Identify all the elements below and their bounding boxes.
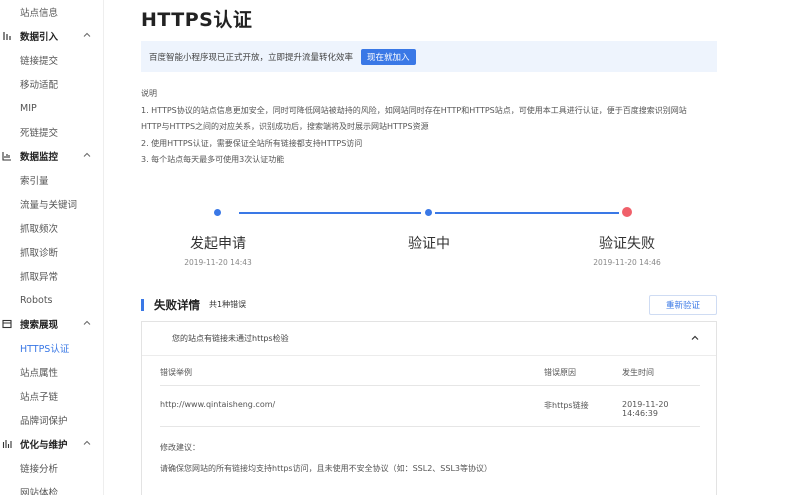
- data-monitor-icon: [2, 152, 11, 161]
- retry-verify-button[interactable]: 重新验证: [649, 295, 717, 315]
- verification-progress: 发起申请 2019-11-20 14:43 验证中 验证失败 2019-11-2…: [141, 200, 717, 275]
- sidebar-item-traffic-keywords[interactable]: 流量与关键词: [0, 192, 103, 216]
- step-dot: [425, 209, 432, 216]
- failure-title: 失败详情: [154, 298, 200, 312]
- sidebar-item-label: 抓取异常: [20, 272, 59, 283]
- failure-card-header[interactable]: 您的站点有链接未通过https检验: [142, 322, 716, 356]
- suggestion-title: 修改建议：: [160, 443, 200, 452]
- step-label-apply: 发起申请: [190, 236, 246, 252]
- sidebar-item-site-checkup[interactable]: 网站体检: [0, 480, 103, 495]
- divider: [160, 385, 700, 386]
- sidebar-item-index[interactable]: 索引量: [0, 168, 103, 192]
- promo-banner: 百度智能小程序现已正式开放，立即提升流量转化效率 现在就加入: [141, 41, 717, 72]
- sidebar-group-label: 数据引入: [20, 32, 59, 43]
- description-line: 2. 使用HTTPS认证，需要保证全站所有链接都支持HTTPS访问: [141, 138, 363, 148]
- sidebar-group-optimize[interactable]: 优化与维护: [0, 432, 103, 456]
- sidebar: 站点信息 数据引入 链接提交 移动适配 MIP 死链提交 数据监控 索引量 流量…: [0, 0, 104, 495]
- step-dot-fail: [622, 207, 632, 217]
- sidebar-group-label: 数据监控: [20, 152, 59, 163]
- divider: [160, 426, 700, 427]
- step-label-verifying: 验证中: [408, 236, 450, 252]
- sidebar-item-site-info[interactable]: 站点信息: [0, 0, 103, 24]
- sidebar-group-label: 优化与维护: [20, 440, 68, 451]
- banner-text: 百度智能小程序现已正式开放，立即提升流量转化效率: [149, 52, 354, 63]
- sidebar-item-label: 链接分析: [20, 464, 59, 475]
- description-line: HTTP与HTTPS之间的对应关系，识别成功后，搜索端将及时展示网站HTTPS资…: [141, 122, 429, 132]
- sidebar-item-label: 站点属性: [20, 368, 59, 379]
- search-display-icon: [2, 319, 12, 329]
- sidebar-item-crawl-frequency[interactable]: 抓取频次: [0, 216, 103, 240]
- description-heading: 说明: [141, 89, 157, 98]
- sidebar-item-crawl-errors[interactable]: 抓取异常: [0, 264, 103, 288]
- description-line: 1. HTTPS协议的站点信息更加安全，同时可降低网站被劫持的风险，如网站同时存…: [141, 105, 687, 115]
- data-import-icon: [3, 32, 11, 40]
- sidebar-group-data-import[interactable]: 数据引入: [0, 24, 103, 48]
- sidebar-item-label: 链接提交: [20, 56, 59, 67]
- progress-line: [435, 212, 619, 214]
- sidebar-item-site-attributes[interactable]: 站点属性: [0, 360, 103, 384]
- sidebar-item-link-analysis[interactable]: 链接分析: [0, 456, 103, 480]
- step-time-apply: 2019-11-20 14:43: [184, 258, 252, 267]
- step-dot: [214, 209, 221, 216]
- sidebar-item-mip[interactable]: MIP: [0, 96, 103, 120]
- sidebar-group-label: 搜索展现: [20, 320, 59, 331]
- sidebar-item-label: 抓取诊断: [20, 248, 59, 259]
- sidebar-item-label: 流量与关键词: [20, 200, 78, 211]
- step-label-failed: 验证失败: [599, 236, 655, 252]
- chevron-up-icon[interactable]: [82, 438, 92, 448]
- sidebar-item-label: 网站体检: [20, 488, 59, 495]
- sidebar-item-label: 移动适配: [20, 80, 59, 91]
- sidebar-item-crawl-diagnosis[interactable]: 抓取诊断: [0, 240, 103, 264]
- sidebar-item-label: 站点信息: [20, 8, 59, 19]
- chevron-up-icon[interactable]: [82, 30, 92, 40]
- sidebar-item-label: Robots: [20, 294, 53, 306]
- sidebar-group-search-display[interactable]: 搜索展现: [0, 312, 103, 336]
- join-now-button[interactable]: 现在就加入: [361, 48, 416, 65]
- cell-reason: 非https链接: [544, 401, 589, 410]
- sidebar-group-data-monitor[interactable]: 数据监控: [0, 144, 103, 168]
- column-header-reason: 错误原因: [544, 368, 576, 377]
- sidebar-item-robots[interactable]: Robots: [0, 288, 103, 312]
- sidebar-item-dead-link[interactable]: 死链提交: [0, 120, 103, 144]
- failure-card: 您的站点有链接未通过https检验 错误举例 错误原因 发生时间 http://…: [141, 321, 717, 495]
- chevron-up-icon[interactable]: [82, 318, 92, 328]
- optimize-icon: [2, 440, 12, 448]
- chevron-up-icon[interactable]: [82, 150, 92, 160]
- sidebar-item-sitelinks[interactable]: 站点子链: [0, 384, 103, 408]
- page-title: HTTPS认证: [141, 9, 253, 31]
- column-header-example: 错误举例: [160, 368, 192, 377]
- sidebar-item-mobile-adapt[interactable]: 移动适配: [0, 72, 103, 96]
- cell-example-url: http://www.qintaisheng.com/: [160, 400, 276, 409]
- sidebar-item-https[interactable]: HTTPS认证: [0, 336, 103, 360]
- description: 说明 1. HTTPS协议的站点信息更加安全，同时可降低网站被劫持的风险，如网站…: [141, 86, 731, 169]
- sidebar-item-label: 品牌词保护: [20, 416, 68, 427]
- section-marker: [141, 299, 144, 311]
- description-line: 3. 每个站点每天最多可使用3次认证功能: [141, 155, 285, 165]
- failure-header: 失败详情 共1种错误 重新验证: [141, 295, 717, 317]
- sidebar-item-label: HTTPS认证: [20, 344, 70, 355]
- suggestion-text: 请确保您网站的所有链接均支持https访问，且未使用不安全协议（如：SSL2、S…: [160, 464, 492, 473]
- sidebar-item-label: MIP: [20, 102, 37, 114]
- failure-count: 共1种错误: [209, 300, 247, 309]
- sidebar-item-label: 死链提交: [20, 128, 59, 139]
- sidebar-item-label: 抓取频次: [20, 224, 59, 235]
- chevron-up-icon[interactable]: [690, 333, 700, 343]
- sidebar-item-brand-protection[interactable]: 品牌词保护: [0, 408, 103, 432]
- step-time-failed: 2019-11-20 14:46: [593, 258, 661, 267]
- failure-reason-summary: 您的站点有链接未通过https检验: [172, 334, 289, 343]
- progress-line: [239, 212, 421, 214]
- sidebar-item-label: 索引量: [20, 176, 49, 187]
- column-header-time: 发生时间: [622, 368, 654, 377]
- cell-time: 2019-11-20 14:46:39: [622, 400, 669, 418]
- sidebar-item-label: 站点子链: [20, 392, 59, 403]
- sidebar-item-link-submit[interactable]: 链接提交: [0, 48, 103, 72]
